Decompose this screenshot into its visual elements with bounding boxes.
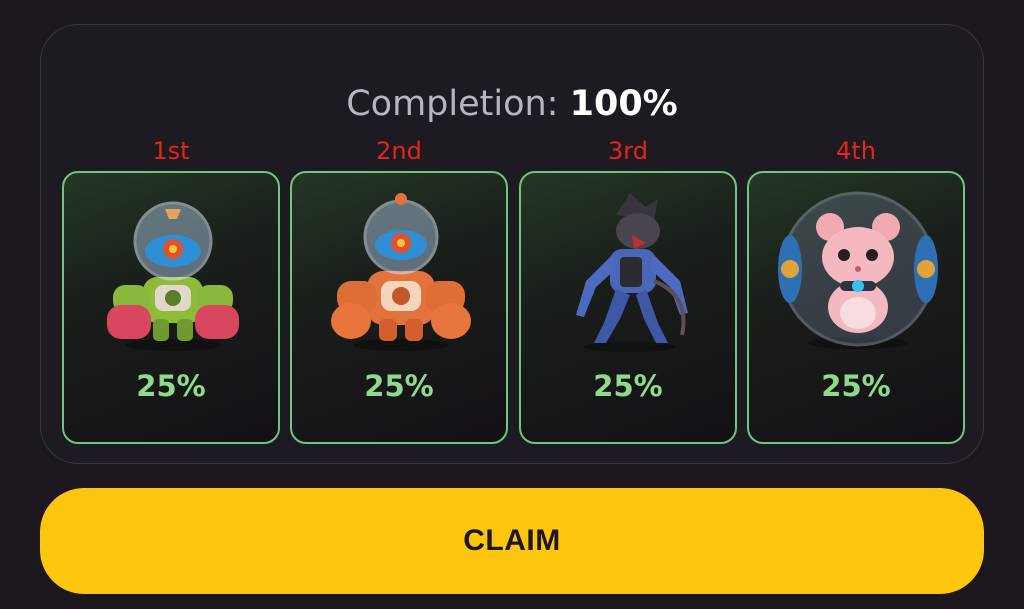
green-mech-robot-image [107,201,239,351]
orange-mech-robot-image [331,193,471,351]
completion-value: 100% [569,84,678,124]
card-rank-label: 4th [836,137,876,165]
blue-cyborg-rat-image [576,193,688,352]
completion-status: Completion: 100% [0,82,1024,126]
card-rank-label: 3rd [608,137,648,165]
card-percent: 25% [136,369,206,403]
card-rank-label: 1st [152,137,190,165]
reward-card-1st[interactable]: 25% [62,171,280,444]
reward-card-2nd[interactable]: 25% [290,171,508,444]
reward-card-3rd[interactable]: 25% [519,171,737,444]
claim-button[interactable]: CLAIM [40,488,984,594]
card-percent: 25% [364,369,434,403]
card-percent: 25% [821,369,891,403]
completion-label: Completion: [346,84,559,124]
card-rank-label: 2nd [376,137,422,165]
card-percent: 25% [593,369,663,403]
reward-card-4th[interactable]: 25% [747,171,965,444]
hamster-in-ball-image [778,191,938,349]
